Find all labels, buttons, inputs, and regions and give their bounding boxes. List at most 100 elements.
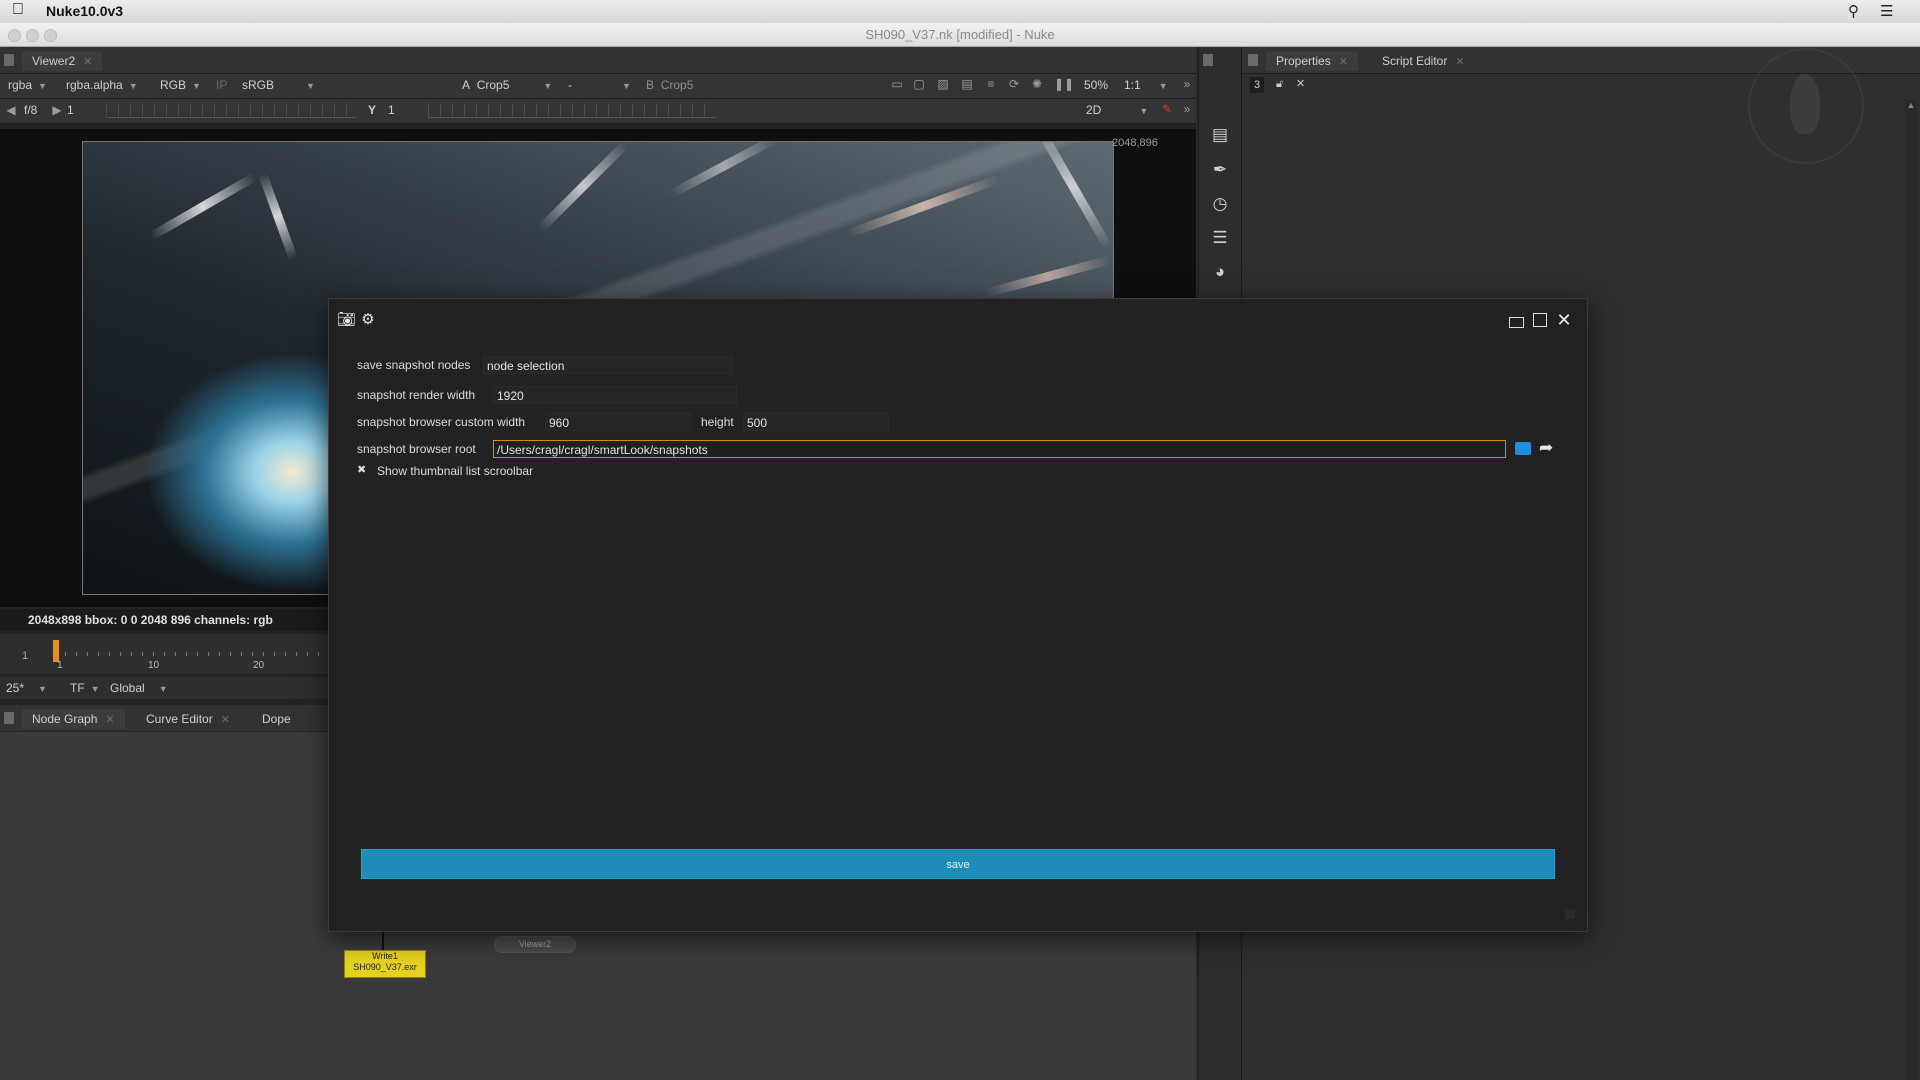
merge-op-dropdown[interactable]: - ▼: [568, 74, 631, 96]
tab-script-editor-label: Script Editor: [1382, 54, 1448, 68]
gain-value[interactable]: 1: [67, 99, 74, 121]
timeline-playhead[interactable]: [53, 640, 59, 662]
checkbox-scrollbar-label: Show thumbnail list scroolbar: [377, 464, 534, 478]
fps-dropdown[interactable]: 25* ▼: [6, 677, 47, 699]
close-icon[interactable]: ✕: [1339, 56, 1348, 68]
clear-panels-icon[interactable]: ✕: [1296, 77, 1305, 90]
snapshot-nodes-dropdown[interactable]: node selection: [483, 356, 733, 374]
close-icon[interactable]: ✕: [83, 56, 92, 68]
pause-icon[interactable]: ❚❚: [1054, 78, 1074, 90]
a-input-dropdown[interactable]: A Crop5 ▼: [462, 74, 552, 96]
ip-button[interactable]: IP: [216, 74, 227, 96]
browser-root-field[interactable]: /Users/cragl/cragl/smartLook/snapshots: [493, 440, 1506, 458]
draw-icon[interactable]: ✒: [1209, 159, 1231, 181]
roi-icon[interactable]: ▭: [890, 78, 904, 90]
list-icon[interactable]: ☰: [1880, 2, 1893, 20]
view-mode-dropdown[interactable]: 2D ▼: [1086, 99, 1148, 121]
tab-node-graph[interactable]: Node Graph ✕: [22, 709, 125, 729]
channels-dropdown[interactable]: rgba ▼: [8, 74, 47, 96]
panel-menu-icon[interactable]: [1203, 54, 1213, 66]
panel-menu-icon[interactable]: [4, 54, 14, 66]
resize-grip[interactable]: [1565, 909, 1575, 919]
tab-curve-editor[interactable]: Curve Editor ✕: [136, 709, 240, 729]
lock-icon[interactable]: 🔓︎: [1276, 78, 1283, 91]
format-coord-label: 2048,896: [1112, 137, 1158, 149]
write-node-file: SH090_V37.exr: [353, 962, 417, 972]
chevron-down-icon[interactable]: »: [1180, 78, 1194, 90]
ratio-value: 1:1: [1124, 78, 1141, 92]
image-info-text: 2048x898 bbox: 0 0 2048 896 channels: rg…: [28, 613, 273, 627]
maximize-icon[interactable]: [1531, 311, 1549, 329]
gain-slider[interactable]: [106, 103, 356, 118]
render-width-label: snapshot render width: [357, 388, 476, 402]
lut-dropdown[interactable]: sRGB ▼: [242, 74, 315, 96]
search-icon[interactable]: ⚲: [1848, 2, 1859, 20]
timeline-tick: 20: [253, 660, 265, 671]
write-node[interactable]: Write1 SH090_V37.exr: [344, 950, 426, 978]
camera-icon[interactable]: 📷︎: [337, 311, 356, 329]
tab-viewer2[interactable]: Viewer2 ✕: [22, 51, 103, 71]
folder-icon[interactable]: [1515, 442, 1531, 455]
minimize-icon[interactable]: [1507, 313, 1525, 331]
custom-width-field[interactable]: 960: [545, 413, 691, 431]
render-width-field[interactable]: 1920: [493, 386, 737, 404]
viewer-node[interactable]: Viewer2: [494, 936, 576, 953]
tab-script-editor[interactable]: Script Editor ✕: [1372, 51, 1475, 71]
panel-menu-icon[interactable]: [1248, 54, 1258, 66]
safe-area-icon[interactable]: ▢: [912, 78, 926, 90]
fps-value: 25*: [6, 681, 25, 695]
next-stop-icon[interactable]: ▶: [50, 104, 64, 116]
viewer-tabbar: Viewer2 ✕: [0, 47, 1196, 74]
height-field[interactable]: 500: [743, 413, 889, 431]
gamma-slider[interactable]: [428, 103, 716, 118]
gear-icon[interactable]: ⚙: [359, 311, 377, 329]
timeline-current-frame[interactable]: 1: [22, 650, 28, 662]
browser-root-label: snapshot browser root: [357, 442, 476, 456]
max-panels-field[interactable]: 3: [1250, 77, 1264, 93]
viewer-toolbar: rgba ▼ rgba.alpha ▼ RGB ▼ IP sRGB ▼ A Crop5 ▼…: [0, 74, 1196, 99]
overlay-icon[interactable]: ▤: [960, 78, 974, 90]
time-icon[interactable]: ◷: [1209, 193, 1231, 215]
properties-scrollbar[interactable]: ▲: [1905, 100, 1917, 1080]
chevron-down-icon[interactable]: »: [1180, 103, 1194, 115]
share-arrow-icon[interactable]: ➦: [1539, 438, 1553, 458]
write-node-name: Write1: [372, 951, 398, 961]
panel-menu-icon[interactable]: [4, 712, 14, 724]
channels-value: rgba: [8, 78, 33, 92]
timeline-ruler[interactable]: [54, 652, 330, 656]
save-button[interactable]: save: [361, 849, 1555, 879]
alpha-dropdown[interactable]: rgba.alpha ▼: [66, 74, 138, 96]
zoom-level[interactable]: 50%: [1084, 74, 1108, 96]
prev-stop-icon[interactable]: ◀: [4, 104, 18, 116]
lut-value: sRGB: [242, 78, 275, 92]
apple-icon[interactable]: : [12, 1, 24, 19]
view-mode-value: 2D: [1086, 103, 1102, 117]
rgb-dropdown[interactable]: RGB ▼: [160, 74, 201, 96]
tf-dropdown[interactable]: TF ▼: [70, 677, 100, 699]
timeline[interactable]: 1 1 10 20: [0, 634, 330, 674]
merge-op-value: -: [568, 78, 572, 92]
properties-bin-icon[interactable]: ▤: [1209, 124, 1231, 146]
close-icon[interactable]: ✕: [105, 714, 114, 726]
close-icon[interactable]: ✕: [221, 714, 230, 726]
proxy-icon[interactable]: ✺: [1030, 78, 1044, 90]
range-dropdown[interactable]: Global ▼: [110, 677, 168, 699]
ratio-dropdown[interactable]: 1:1 ▼: [1124, 74, 1168, 96]
b-input-dropdown[interactable]: B Crop5: [646, 74, 693, 96]
app-name[interactable]: Nuke10.0v3: [46, 3, 123, 19]
stack-icon[interactable]: ≡: [984, 78, 998, 90]
channel-icon[interactable]: ☰: [1209, 227, 1231, 249]
refresh-icon[interactable]: ⟳: [1007, 78, 1021, 90]
wipe-icon[interactable]: ▨: [936, 78, 950, 90]
checkbox-scrollbar[interactable]: ✖: [357, 463, 366, 476]
a-input-value: Crop5: [476, 78, 510, 92]
tab-properties[interactable]: Properties ✕: [1266, 51, 1358, 71]
alpha-value: rgba.alpha: [66, 78, 123, 92]
timeline-tick: 10: [148, 660, 160, 671]
close-icon[interactable]: ✕: [1555, 311, 1573, 329]
gamma-value[interactable]: 1: [388, 99, 395, 121]
paint-icon[interactable]: ✎: [1160, 103, 1174, 115]
color-icon[interactable]: ◕: [1209, 261, 1231, 283]
close-icon[interactable]: ✕: [1455, 56, 1464, 68]
tab-dope-sheet[interactable]: Dope Sheet: [252, 709, 330, 746]
